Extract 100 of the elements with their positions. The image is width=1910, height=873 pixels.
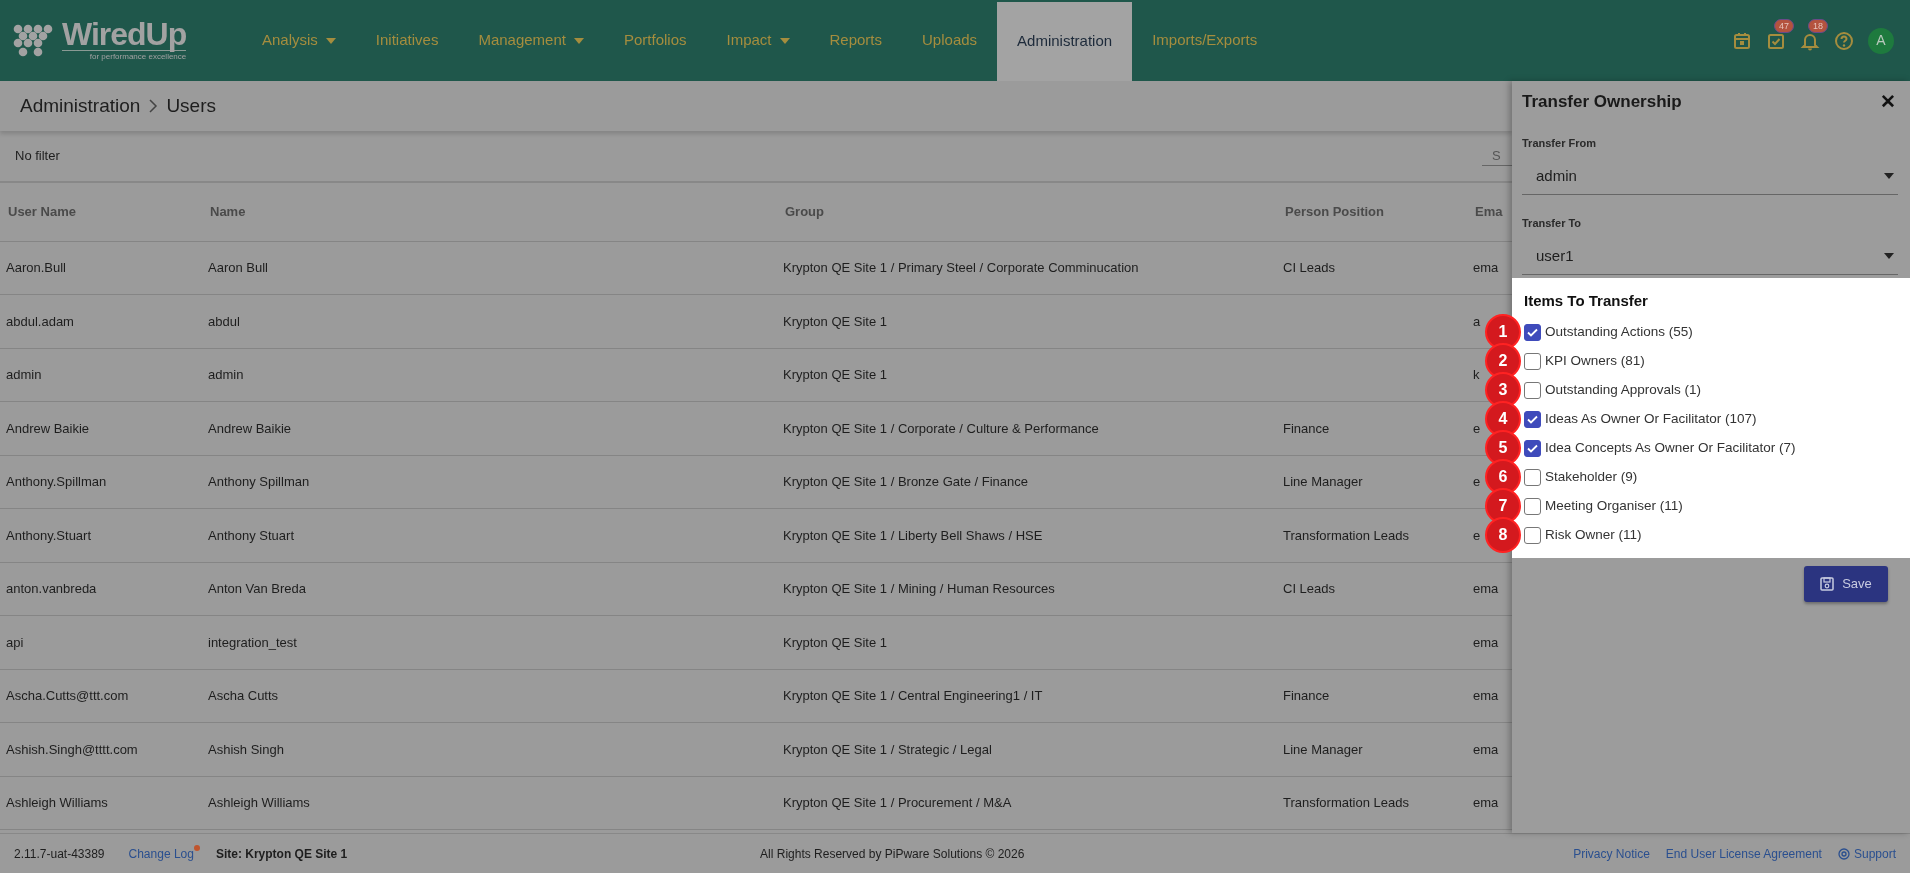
table-cell: Line Manager [1277, 722, 1467, 776]
page-title: Users [166, 93, 216, 118]
nav-tab[interactable]: Initiatives [355, 0, 459, 81]
footer-link[interactable]: End User License Agreement [1665, 844, 1822, 863]
table-cell: anton.vanbreda [0, 562, 202, 616]
checkbox[interactable] [1524, 353, 1541, 370]
support-icon [1837, 846, 1850, 861]
save-icon [1820, 577, 1835, 591]
table-cell: Aaron Bull [202, 241, 777, 295]
check-icon [1527, 415, 1538, 424]
select-field[interactable]: admin [1522, 161, 1898, 195]
annotation-marker: 8 [1485, 517, 1521, 553]
table-cell: Aaron.Bull [0, 241, 202, 295]
nav-tab[interactable]: Impact [706, 0, 810, 81]
chevron-icon [148, 98, 159, 114]
table-cell: Krypton QE Site 1 / Procurement / M&A [777, 776, 1277, 830]
nav-tab[interactable]: Uploads [902, 0, 998, 81]
table-cell: Krypton QE Site 1 / Mining / Human Resources [777, 562, 1277, 616]
column-header[interactable]: Person Position [1277, 183, 1467, 241]
footer-link[interactable]: Privacy Notice [1573, 844, 1650, 863]
table-cell: abdul [202, 294, 777, 348]
table-cell: CI Leads [1277, 241, 1467, 295]
table-cell: Anton Van Breda [202, 562, 777, 616]
table-cell: Krypton QE Site 1 / Bronze Gate / Finance [777, 455, 1277, 509]
table-cell: Andrew Baikie [202, 401, 777, 455]
table-cell: Krypton QE Site 1 / Strategic / Legal [777, 722, 1277, 776]
brand-tagline: for performance excellence [62, 50, 187, 63]
table-cell: Anthony Stuart [202, 508, 777, 562]
table-cell: Ascha.Cutts@ttt.com [0, 669, 202, 723]
checkbox[interactable] [1524, 498, 1541, 515]
nav-tab[interactable]: Portfolios [603, 0, 707, 81]
table-cell: Transformation Leads [1277, 508, 1467, 562]
checkbox-label: Outstanding Actions (55) [1545, 323, 1693, 342]
checkbox-label: Outstanding Approvals (1) [1545, 381, 1702, 400]
checkbox-label: KPI Owners (81) [1545, 352, 1645, 371]
panel-title: Transfer Ownership [1521, 91, 1682, 113]
table-cell: Krypton QE Site 1 / Corporate / Culture & Performance [777, 401, 1277, 455]
table-cell: Finance [1277, 669, 1467, 723]
table-cell: admin [0, 348, 202, 402]
table-cell: Line Manager [1277, 455, 1467, 509]
table-cell: abdul.adam [0, 294, 202, 348]
column-header[interactable]: Name [202, 183, 777, 241]
table-cell: Anthony.Spillman [0, 455, 202, 509]
table-cell: Ascha Cutts [202, 669, 777, 723]
checkbox-label: Stakeholder (9) [1545, 468, 1638, 487]
close-button[interactable]: ✕ [1880, 92, 1896, 112]
caret-icon [1884, 173, 1894, 180]
table-cell: admin [202, 348, 777, 402]
table-cell: Transformation Leads [1277, 776, 1467, 830]
count-badge: 18 [1808, 18, 1828, 33]
table-cell: Krypton QE Site 1 / Central Engineering1 / IT [777, 669, 1277, 723]
table-cell: Ashleigh Williams [0, 776, 202, 830]
table-cell: Ashish Singh [202, 722, 777, 776]
field-label: Transfer To [1521, 215, 1583, 231]
footer-link[interactable]: Support [1837, 844, 1896, 863]
table-cell: Ashleigh Williams [202, 776, 777, 830]
help-icon[interactable] [1834, 30, 1854, 51]
nav-tab[interactable]: Administration [997, 2, 1133, 81]
check-icon [1527, 328, 1538, 337]
table-cell: Anthony Spillman [202, 455, 777, 509]
brand-name: WiredUp [62, 18, 187, 50]
table-cell: Krypton QE Site 1 [777, 348, 1277, 402]
save-button[interactable]: Save [1804, 566, 1888, 602]
table-cell: api [0, 615, 202, 669]
table-cell: Finance [1277, 401, 1467, 455]
table-cell: Ashish.Singh@tttt.com [0, 722, 202, 776]
table-cell: Krypton QE Site 1 / Liberty Bell Shaws / HSE [777, 508, 1277, 562]
table-cell: Krypton QE Site 1 / Primary Steel / Corporate Comminucation [777, 241, 1277, 295]
table-cell: Krypton QE Site 1 [777, 294, 1277, 348]
checkbox[interactable] [1524, 440, 1541, 457]
copyright-text: All Rights Reserved by PiPware Solutions © 2026 [760, 845, 1026, 863]
column-header[interactable]: User Name [0, 183, 202, 241]
user-avatar[interactable]: A [1868, 27, 1894, 54]
checkbox[interactable] [1524, 527, 1541, 544]
table-cell: CI Leads [1277, 562, 1467, 616]
checkbox[interactable] [1524, 411, 1541, 428]
table-cell: integration_test [202, 615, 777, 669]
checkbox[interactable] [1524, 382, 1541, 399]
section-title: Items To Transfer [1524, 290, 1649, 311]
nav-tab[interactable]: Reports [809, 0, 903, 81]
select-field[interactable]: user1 [1522, 241, 1898, 275]
nav-tab[interactable]: Management [458, 0, 604, 81]
count-badge: 47 [1774, 18, 1794, 33]
notification-dot [193, 844, 200, 851]
table-cell: Andrew Baikie [0, 401, 202, 455]
checkbox[interactable] [1524, 324, 1541, 341]
nav-tab[interactable]: Imports/Exports [1132, 0, 1278, 81]
nav-tab[interactable]: Analysis [242, 0, 356, 81]
calendar-icon[interactable] [1732, 30, 1752, 51]
checkbox-label: Idea Concepts As Owner Or Facilitator (7) [1545, 439, 1796, 458]
column-header[interactable]: Group [777, 183, 1277, 241]
checkbox[interactable] [1524, 469, 1541, 486]
site-label: Site: Krypton QE Site 1 [215, 845, 348, 863]
field-label: Transfer From [1521, 135, 1597, 151]
breadcrumb-link[interactable]: Administration [20, 91, 141, 121]
table-cell: Anthony.Stuart [0, 508, 202, 562]
change-log-link[interactable]: Change Log [128, 844, 194, 863]
filter-label: No filter [15, 147, 60, 166]
checkbox-label: Ideas As Owner Or Facilitator (107) [1545, 410, 1757, 429]
table-cell: Krypton QE Site 1 [777, 615, 1277, 669]
